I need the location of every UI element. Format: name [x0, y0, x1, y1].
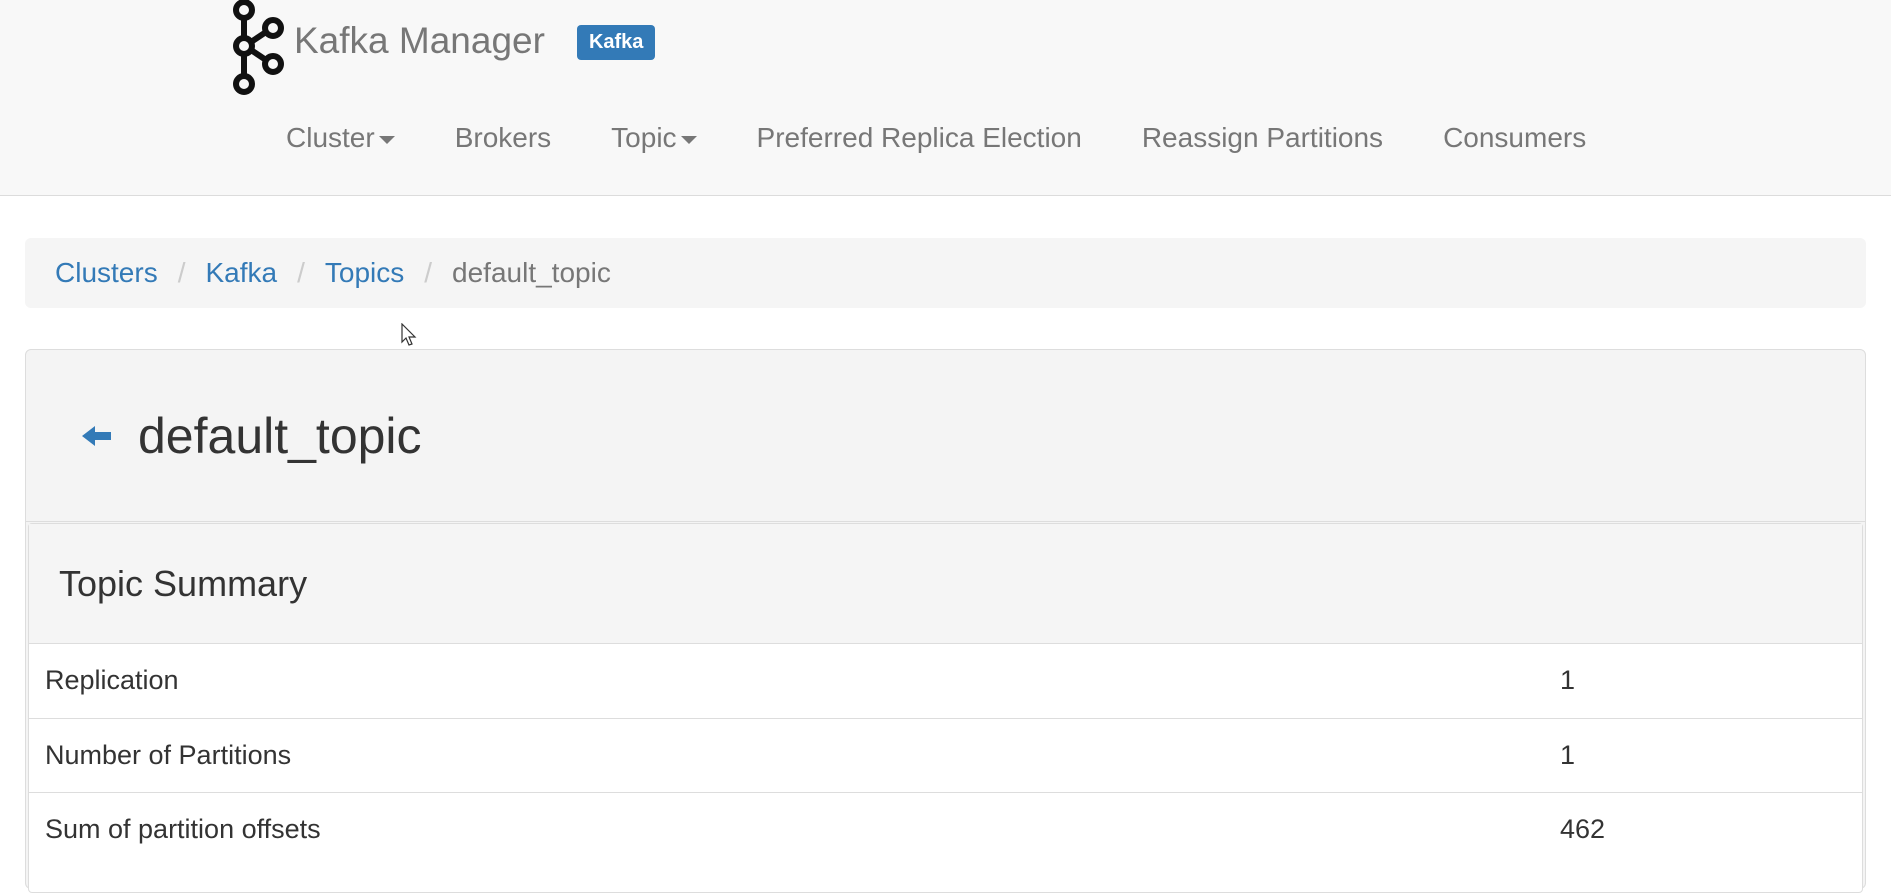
arrow-left-icon[interactable] — [82, 423, 112, 449]
cluster-badge: Kafka — [576, 25, 656, 60]
nav-cluster-dropdown[interactable]: Cluster — [286, 122, 395, 154]
topic-panel-header: default_topic — [26, 350, 1865, 522]
nav-reassign-partitions-label: Reassign Partitions — [1141, 122, 1384, 153]
table-row: Number of Partitions 1 — [29, 717, 1862, 792]
breadcrumb-separator: / — [297, 257, 305, 288]
nav-topic-dropdown[interactable]: Topic — [611, 122, 697, 154]
topic-summary-panel: Topic Summary Replication 1 Number of Pa… — [28, 523, 1863, 893]
row-label: Replication — [45, 665, 179, 696]
top-navbar: Kafka Manager Kafka Cluster Brokers Topi… — [0, 0, 1891, 196]
breadcrumb-current: default_topic — [452, 257, 611, 288]
nav-brokers-label: Brokers — [454, 122, 552, 153]
nav-brokers[interactable]: Brokers — [455, 122, 551, 154]
breadcrumb-topics[interactable]: Topics — [325, 257, 404, 289]
breadcrumb-kafka[interactable]: Kafka — [205, 257, 277, 289]
nav-reassign-partitions[interactable]: Reassign Partitions — [1142, 122, 1383, 154]
kafka-logo-icon — [233, 0, 284, 95]
table-row: Sum of partition offsets 462 — [29, 791, 1862, 866]
nav-consumers-label: Consumers — [1443, 122, 1587, 153]
app-title[interactable]: Kafka Manager — [294, 20, 545, 62]
row-value: 1 — [1560, 665, 1576, 696]
row-value: 462 — [1560, 791, 1862, 866]
chevron-down-icon — [680, 136, 697, 144]
row-label: Number of Partitions — [29, 717, 1560, 792]
nav-preferred-replica-election-label: Preferred Replica Election — [756, 122, 1082, 153]
nav-topic-label: Topic — [611, 122, 677, 153]
chevron-down-icon — [378, 136, 395, 144]
brand[interactable]: Kafka Manager Kafka — [226, 0, 656, 95]
breadcrumb-separator: / — [177, 257, 186, 288]
row-label: Sum of partition offsets — [29, 791, 1560, 866]
breadcrumb-separator: / — [424, 257, 433, 288]
mouse-cursor-icon — [401, 323, 417, 346]
breadcrumb: Clusters / Kafka / Topics / default_topi… — [25, 238, 1866, 308]
nav-preferred-replica-election[interactable]: Preferred Replica Election — [757, 122, 1082, 154]
topic-panel: default_topic Topic Summary Replication … — [25, 349, 1866, 893]
topic-summary-heading: Topic Summary — [29, 524, 1862, 644]
breadcrumb-clusters[interactable]: Clusters — [55, 257, 158, 289]
topic-summary-table: Replication 1 Number of Partitions 1 Sum… — [29, 644, 1862, 866]
page-title: default_topic — [138, 407, 422, 464]
nav-cluster-label: Cluster — [286, 122, 375, 153]
row-value: 1 — [1560, 717, 1862, 792]
table-row: Replication 1 — [29, 644, 1862, 718]
nav-consumers[interactable]: Consumers — [1443, 122, 1586, 154]
main-nav: Cluster Brokers Topic Preferred Replica … — [286, 122, 1586, 154]
